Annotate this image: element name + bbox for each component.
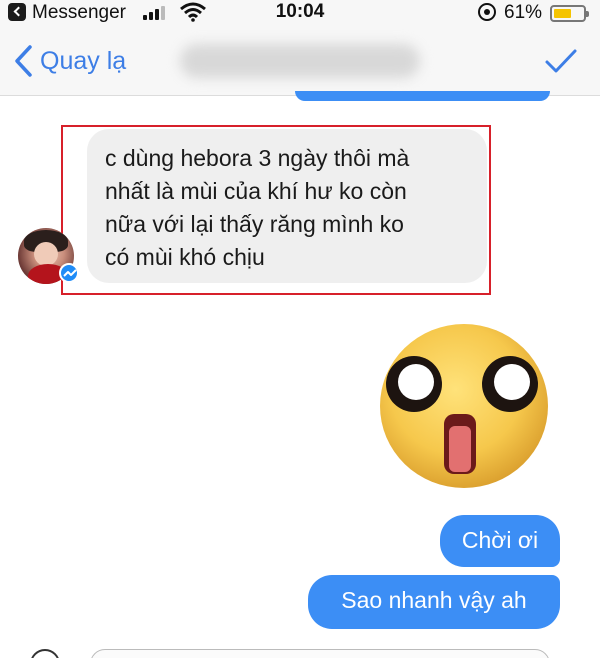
chevron-left-icon xyxy=(15,45,32,77)
back-button[interactable]: Quay lạ xyxy=(12,43,126,79)
messenger-badge-icon xyxy=(59,263,79,283)
red-highlight-box xyxy=(61,125,491,295)
checkmark-icon[interactable] xyxy=(544,46,578,76)
outgoing-message-bubble[interactable]: Sao nhanh vậy ah xyxy=(308,575,560,629)
camera-icon[interactable] xyxy=(30,649,60,658)
back-button-label: Quay lạ xyxy=(40,46,127,75)
previous-outgoing-bubble xyxy=(295,91,550,101)
message-thread[interactable]: c dùng hebora 3 ngày thôi mà nhất là mùi… xyxy=(0,91,600,658)
outgoing-message-bubble[interactable]: Chời ơi xyxy=(440,515,560,567)
orientation-lock-icon xyxy=(478,3,496,21)
conversation-header: Quay lạ xyxy=(0,26,600,96)
status-bar: Messenger 10:04 61% xyxy=(0,0,600,26)
battery-percent: 61% xyxy=(504,2,543,23)
contact-name-blurred[interactable] xyxy=(180,44,420,78)
composer-bar xyxy=(0,645,600,658)
message-input[interactable] xyxy=(90,649,550,658)
battery-icon xyxy=(550,5,589,22)
battery-level-fill xyxy=(554,9,572,18)
shocked-face-sticker[interactable] xyxy=(378,322,550,490)
